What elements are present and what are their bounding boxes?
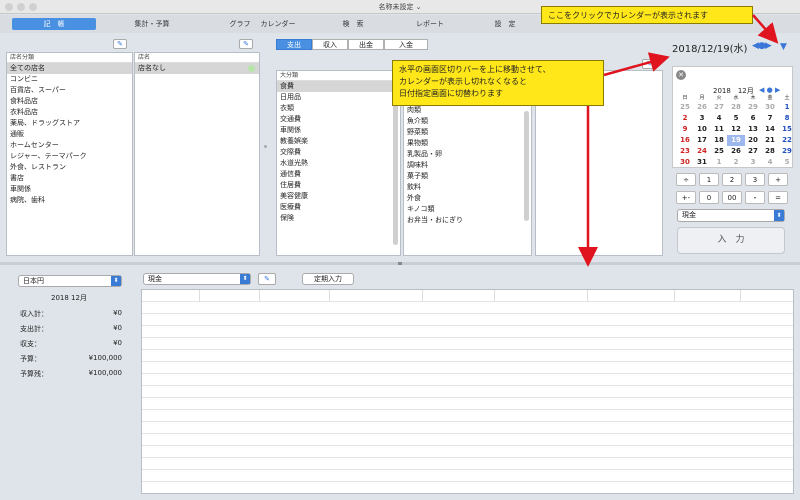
arrow-to-calendar-toggle xyxy=(752,14,779,44)
annotation-arrows xyxy=(578,14,779,267)
arrow-to-date xyxy=(603,52,670,77)
